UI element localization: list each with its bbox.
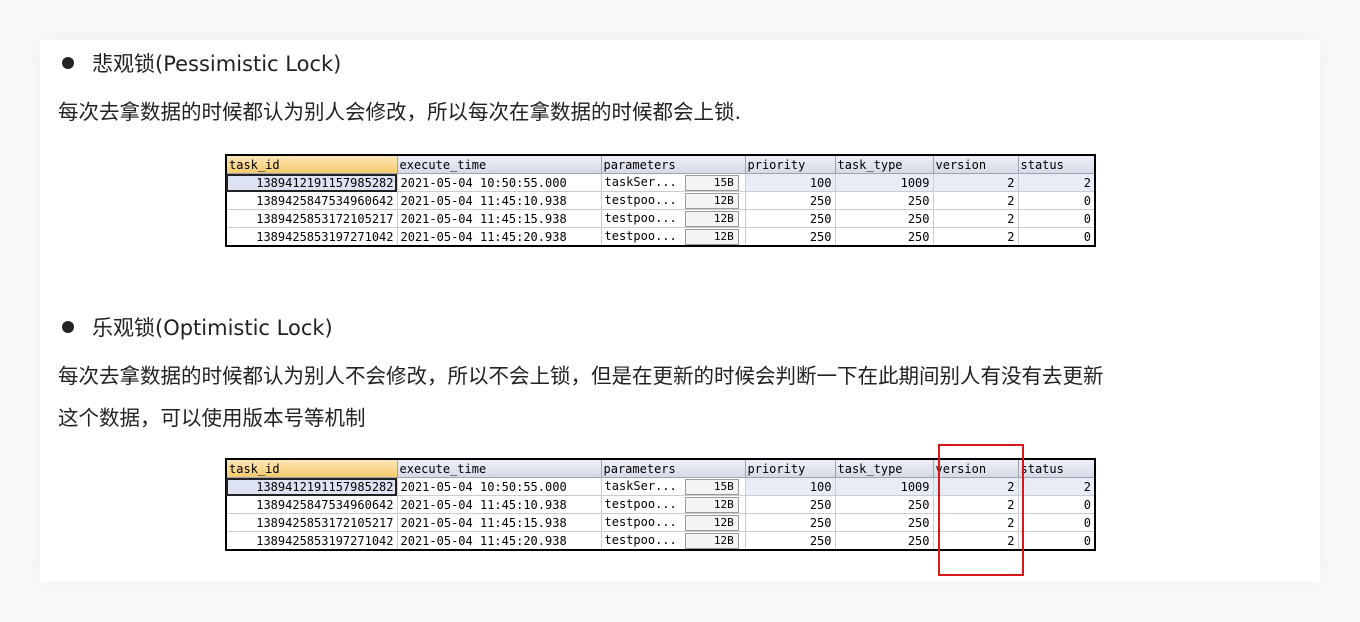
param-size-badge[interactable]: 15B	[684, 174, 739, 191]
param-size-badge[interactable]: 15B	[684, 478, 739, 495]
param-size-badge[interactable]: 12B	[684, 496, 739, 513]
table-row[interactable]: 1389425853197271042 2021-05-04 11:45:20.…	[225, 227, 1096, 247]
column-header-parameters[interactable]: parameters	[600, 458, 746, 478]
cell-execute-time[interactable]: 2021-05-04 10:50:55.000	[396, 173, 602, 192]
cell-version[interactable]: 2	[932, 227, 1019, 247]
cell-parameters[interactable]: taskSer... 15B	[600, 477, 746, 496]
cell-task-id[interactable]: 1389425853197271042	[225, 227, 398, 247]
cell-execute-time[interactable]: 2021-05-04 11:45:10.938	[396, 495, 602, 514]
cell-task-id[interactable]: 1389425853172105217	[225, 209, 398, 228]
pessimistic-heading: 悲观锁(Pessimistic Lock)	[62, 48, 341, 78]
data-table-pessimistic: task_id execute_time parameters priority…	[225, 154, 1096, 247]
param-size-badge[interactable]: 12B	[684, 514, 739, 531]
cell-execute-time[interactable]: 2021-05-04 10:50:55.000	[396, 477, 602, 496]
cell-priority[interactable]: 250	[744, 209, 836, 228]
cell-task-type[interactable]: 1009	[834, 173, 934, 192]
column-header-priority[interactable]: priority	[744, 154, 836, 174]
cell-version[interactable]: 2	[932, 209, 1019, 228]
cell-task-id[interactable]: 1389412191157985282	[225, 173, 398, 192]
cell-execute-time[interactable]: 2021-05-04 11:45:15.938	[396, 209, 602, 228]
cell-task-id[interactable]: 1389425847534960642	[225, 191, 398, 210]
bullet-dot-icon	[62, 321, 74, 333]
cell-version[interactable]: 2	[932, 173, 1019, 192]
optimistic-heading-text: 乐观锁(Optimistic Lock)	[92, 316, 333, 340]
cell-parameters[interactable]: testpoo... 12B	[600, 227, 746, 247]
article-card: 悲观锁(Pessimistic Lock) 每次去拿数据的时候都认为别人会修改，…	[40, 40, 1320, 582]
cell-task-type[interactable]: 250	[834, 227, 934, 247]
param-size-badge[interactable]: 12B	[684, 210, 739, 227]
cell-status[interactable]: 2	[1017, 477, 1096, 496]
column-header-execute-time[interactable]: execute_time	[396, 458, 602, 478]
cell-execute-time[interactable]: 2021-05-04 11:45:20.938	[396, 531, 602, 551]
param-text: testpoo...	[604, 496, 677, 511]
cell-parameters[interactable]: testpoo... 12B	[600, 531, 746, 551]
param-text: taskSer...	[604, 174, 677, 189]
column-header-task-type[interactable]: task_type	[834, 458, 934, 478]
cell-status[interactable]: 0	[1017, 209, 1096, 228]
column-header-status[interactable]: status	[1017, 154, 1096, 174]
pessimistic-heading-text: 悲观锁(Pessimistic Lock)	[92, 52, 342, 76]
cell-parameters[interactable]: testpoo... 12B	[600, 495, 746, 514]
cell-status[interactable]: 2	[1017, 173, 1096, 192]
column-header-parameters[interactable]: parameters	[600, 154, 746, 174]
cell-parameters[interactable]: testpoo... 12B	[600, 513, 746, 532]
table-row[interactable]: 1389425847534960642 2021-05-04 11:45:10.…	[225, 191, 1096, 210]
table-header-row: task_id execute_time parameters priority…	[225, 154, 1096, 174]
cell-execute-time[interactable]: 2021-05-04 11:45:15.938	[396, 513, 602, 532]
bullet-dot-icon	[62, 57, 74, 69]
cell-task-type[interactable]: 250	[834, 209, 934, 228]
cell-priority[interactable]: 100	[744, 477, 836, 496]
optimistic-description-line-2: 这个数据，可以使用版本号等机制	[58, 406, 366, 430]
cell-priority[interactable]: 250	[744, 531, 836, 551]
cell-task-type[interactable]: 250	[834, 531, 934, 551]
cell-task-type[interactable]: 250	[834, 495, 934, 514]
column-header-task-id[interactable]: task_id	[225, 154, 398, 174]
cell-task-id[interactable]: 1389425853172105217	[225, 513, 398, 532]
cell-execute-time[interactable]: 2021-05-04 11:45:20.938	[396, 227, 602, 247]
cell-task-type[interactable]: 250	[834, 191, 934, 210]
param-size-badge[interactable]: 12B	[684, 228, 739, 245]
param-text: testpoo...	[604, 228, 677, 243]
cell-task-id[interactable]: 1389425853197271042	[225, 531, 398, 551]
table-row[interactable]: 1389412191157985282 2021-05-04 10:50:55.…	[225, 173, 1096, 192]
param-text: testpoo...	[604, 210, 677, 225]
cell-status[interactable]: 0	[1017, 227, 1096, 247]
cell-execute-time[interactable]: 2021-05-04 11:45:10.938	[396, 191, 602, 210]
cell-task-type[interactable]: 1009	[834, 477, 934, 496]
cell-priority[interactable]: 100	[744, 173, 836, 192]
cell-priority[interactable]: 250	[744, 495, 836, 514]
cell-parameters[interactable]: taskSer... 15B	[600, 173, 746, 192]
column-header-priority[interactable]: priority	[744, 458, 836, 478]
version-column-highlight	[938, 444, 1024, 576]
param-size-badge[interactable]: 12B	[684, 192, 739, 209]
cell-status[interactable]: 0	[1017, 513, 1096, 532]
table-row[interactable]: 1389425853172105217 2021-05-04 11:45:15.…	[225, 209, 1096, 228]
cell-priority[interactable]: 250	[744, 191, 836, 210]
param-text: testpoo...	[604, 532, 677, 547]
param-text: taskSer...	[604, 478, 677, 493]
column-header-task-type[interactable]: task_type	[834, 154, 934, 174]
cell-status[interactable]: 0	[1017, 191, 1096, 210]
cell-status[interactable]: 0	[1017, 495, 1096, 514]
column-header-status[interactable]: status	[1017, 458, 1096, 478]
param-text: testpoo...	[604, 514, 677, 529]
cell-task-id[interactable]: 1389412191157985282	[225, 477, 398, 496]
param-text: testpoo...	[604, 192, 677, 207]
cell-task-id[interactable]: 1389425847534960642	[225, 495, 398, 514]
cell-priority[interactable]: 250	[744, 227, 836, 247]
cell-task-type[interactable]: 250	[834, 513, 934, 532]
optimistic-description-line-1: 每次去拿数据的时候都认为别人不会修改，所以不会上锁，但是在更新的时候会判断一下在…	[58, 364, 1104, 388]
optimistic-heading: 乐观锁(Optimistic Lock)	[62, 312, 333, 342]
cell-parameters[interactable]: testpoo... 12B	[600, 209, 746, 228]
column-header-task-id[interactable]: task_id	[225, 458, 398, 478]
pessimistic-description: 每次去拿数据的时候都认为别人会修改，所以每次在拿数据的时候都会上锁.	[58, 100, 742, 124]
param-size-badge[interactable]: 12B	[684, 532, 739, 549]
cell-version[interactable]: 2	[932, 191, 1019, 210]
column-header-version[interactable]: version	[932, 154, 1019, 174]
cell-status[interactable]: 0	[1017, 531, 1096, 551]
column-header-execute-time[interactable]: execute_time	[396, 154, 602, 174]
cell-parameters[interactable]: testpoo... 12B	[600, 191, 746, 210]
cell-priority[interactable]: 250	[744, 513, 836, 532]
